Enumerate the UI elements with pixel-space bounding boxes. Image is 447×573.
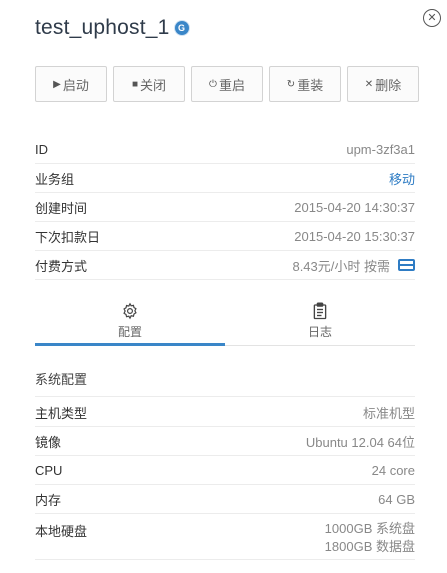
info-row-created: 创建时间 2015-04-20 14:30:37 (35, 193, 415, 222)
info-label: 付费方式 (35, 258, 88, 274)
system-disk-value: 1000GB 系统盘 (324, 521, 415, 536)
section-divider (35, 396, 415, 397)
info-label: 下次扣款日 (35, 229, 101, 245)
info-label: 业务组 (35, 171, 75, 187)
spec-row-memory: 内存 64 GB (35, 485, 415, 514)
billing-text: 8.43元/小时 按需 (292, 258, 390, 274)
tab-log-label: 日志 (307, 324, 332, 339)
host-info-list: ID upm-3zf3a1 业务组 移动 创建时间 2015-04-20 14:… (35, 135, 415, 280)
stop-icon: ■ (131, 78, 139, 90)
info-label: 创建时间 (35, 200, 88, 216)
credit-card-icon[interactable] (398, 259, 415, 271)
disk-values: 1000GB 系统盘 1800GB 数据盘 (325, 520, 415, 556)
cpu-value: 24 core (371, 462, 415, 478)
power-icon: ⏻ (209, 78, 217, 90)
info-label: ID (35, 141, 48, 157)
detail-tabs: 配置 日志 (35, 295, 415, 346)
spec-row-disk: 本地硬盘 1000GB 系统盘 1800GB 数据盘 (35, 514, 415, 560)
billing-value: 8.43元/小时 按需 (292, 256, 415, 275)
close-panel-button[interactable]: ✕ (423, 9, 441, 27)
restart-button[interactable]: ⏻ 重启 (191, 66, 263, 102)
start-button[interactable]: ▶ 启动 (35, 66, 107, 102)
spec-label: 镜像 (35, 434, 62, 450)
spec-label: 主机类型 (35, 405, 88, 421)
section-title-system-config: 系统配置 (35, 372, 88, 387)
image-value: Ubuntu 12.04 64位 (305, 434, 415, 450)
tab-config[interactable]: 配置 (35, 295, 225, 346)
info-row-group: 业务组 移动 (35, 164, 415, 193)
memory-value: 64 GB (378, 491, 415, 507)
system-config-list: 主机类型 标准机型 镜像 Ubuntu 12.04 64位 CPU 24 cor… (35, 398, 415, 560)
info-row-billing: 付费方式 8.43元/小时 按需 (35, 251, 415, 280)
clipboard-icon (312, 301, 328, 321)
shutdown-button-label: 关闭 (140, 77, 167, 93)
shutdown-button[interactable]: ■ 关闭 (113, 66, 185, 102)
reinstall-button[interactable]: ↻ 重装 (269, 66, 341, 102)
info-row-id: ID upm-3zf3a1 (35, 135, 415, 164)
title-row: test_uphost_1 G (35, 14, 189, 42)
gear-icon (121, 301, 139, 321)
host-type-value: 标准机型 (362, 405, 415, 421)
spec-row-host-type: 主机类型 标准机型 (35, 398, 415, 427)
tab-config-label: 配置 (117, 324, 142, 339)
tab-log[interactable]: 日志 (225, 295, 415, 345)
play-icon: ▶ (53, 78, 61, 90)
reinstall-button-label: 重装 (297, 77, 324, 93)
host-detail-panel: ✕ test_uphost_1 G ▶ 启动 ■ 关闭 ⏻ 重启 ↻ 重装 ✕ … (0, 0, 447, 573)
host-type-badge-icon: G (174, 21, 189, 35)
info-row-next-charge: 下次扣款日 2015-04-20 15:30:37 (35, 222, 415, 251)
spec-row-image: 镜像 Ubuntu 12.04 64位 (35, 427, 415, 456)
close-icon: ✕ (427, 11, 437, 24)
start-button-label: 启动 (62, 77, 89, 93)
delete-button-label: 删除 (375, 77, 402, 93)
spec-label: 本地硬盘 (35, 524, 88, 539)
delete-button[interactable]: ✕ 删除 (347, 66, 419, 102)
data-disk-value: 1800GB 数据盘 (324, 539, 415, 554)
spec-row-cpu: CPU 24 core (35, 456, 415, 485)
next-charge-value: 2015-04-20 15:30:37 (294, 228, 415, 244)
close-icon: ✕ (364, 78, 374, 90)
move-group-link[interactable]: 移动 (389, 169, 415, 188)
restart-button-label: 重启 (218, 77, 245, 93)
page-title: test_uphost_1 (35, 16, 170, 39)
created-time-value: 2015-04-20 14:30:37 (294, 199, 415, 215)
host-id-value: upm-3zf3a1 (346, 141, 415, 157)
action-toolbar: ▶ 启动 ■ 关闭 ⏻ 重启 ↻ 重装 ✕ 删除 (35, 66, 419, 102)
spec-label: 内存 (35, 492, 62, 508)
spec-label: CPU (35, 462, 63, 478)
reinstall-icon: ↻ (286, 78, 296, 90)
